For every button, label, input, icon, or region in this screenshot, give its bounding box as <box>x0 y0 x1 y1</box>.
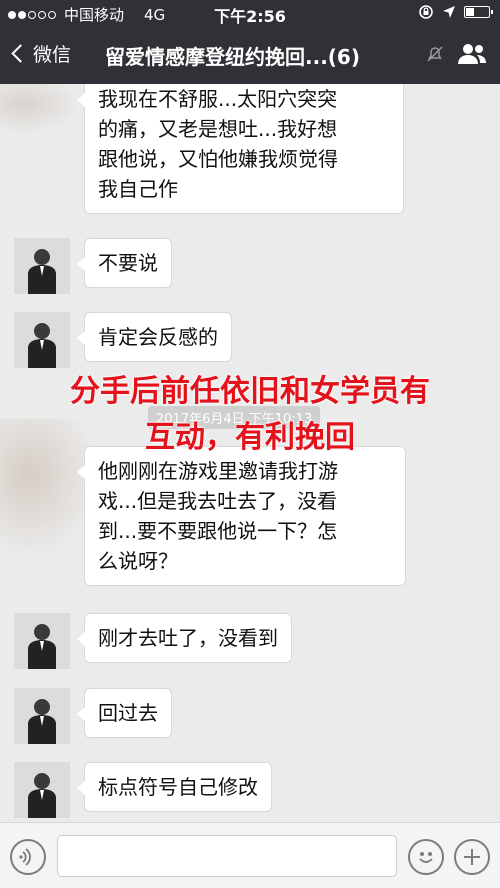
emoji-icon <box>419 852 433 863</box>
voice-button[interactable] <box>10 839 46 875</box>
avatar[interactable] <box>14 312 70 368</box>
plus-icon <box>464 849 480 865</box>
location-icon <box>443 6 455 18</box>
voice-icon <box>19 848 31 866</box>
mute-icon <box>427 46 443 62</box>
chat-title: 留爱情感摩登纽约挽回...(6) <box>105 45 360 69</box>
message-bubble[interactable]: 肯定会反感的 <box>77 312 232 362</box>
message-bubble[interactable]: 我现在不舒服...太阳穴突突 的痛，又老是想吐...我好想 跟他说，又怕他嫌我烦… <box>77 84 404 214</box>
chevron-left-icon <box>11 44 30 63</box>
message-bubble[interactable]: 标点符号自己修改 <box>77 762 272 812</box>
overlay-caption-line-1: 分手后前任依旧和女学员有 <box>70 374 430 409</box>
person-avatar-icon <box>14 688 70 744</box>
avatar[interactable] <box>14 762 70 818</box>
status-bar: 中国移动 4G 下午2:56 <box>0 0 500 26</box>
back-button[interactable]: 微信 <box>6 40 71 67</box>
background-decoration <box>0 84 80 134</box>
avatar[interactable] <box>14 688 70 744</box>
emoji-button[interactable] <box>408 839 444 875</box>
chat-header: 微信 留爱情感摩登纽约挽回...(6) <box>0 26 500 84</box>
person-avatar-icon <box>14 613 70 669</box>
back-label: 微信 <box>33 44 72 66</box>
message-bubble[interactable]: 他刚刚在游戏里邀请我打游 戏...但是我去吐去了，没看 到...要不要跟他说一下… <box>77 446 406 586</box>
person-avatar-icon <box>14 238 70 294</box>
input-bar <box>0 822 500 888</box>
overlay-caption-line-2: 互动，有利挽回 <box>145 420 355 455</box>
wechat-chat-screen: 中国移动 4G 下午2:56 微信 留爱情感摩登纽约挽回...(6) 我现在不舒… <box>0 0 500 888</box>
person-avatar-icon <box>14 312 70 368</box>
battery-icon <box>464 6 493 18</box>
message-input[interactable] <box>57 835 397 877</box>
message-bubble[interactable]: 刚才去吐了，没看到 <box>77 613 292 663</box>
person-avatar-icon <box>14 762 70 818</box>
group-members-icon[interactable] <box>456 42 488 66</box>
rotation-lock-icon <box>419 5 433 19</box>
more-button[interactable] <box>454 839 490 875</box>
avatar[interactable] <box>14 613 70 669</box>
message-bubble[interactable]: 不要说 <box>77 238 172 288</box>
message-list[interactable]: 我现在不舒服...太阳穴突突 的痛，又老是想吐...我好想 跟他说，又怕他嫌我烦… <box>0 84 500 822</box>
message-bubble[interactable]: 回过去 <box>77 688 172 738</box>
avatar[interactable] <box>14 238 70 294</box>
